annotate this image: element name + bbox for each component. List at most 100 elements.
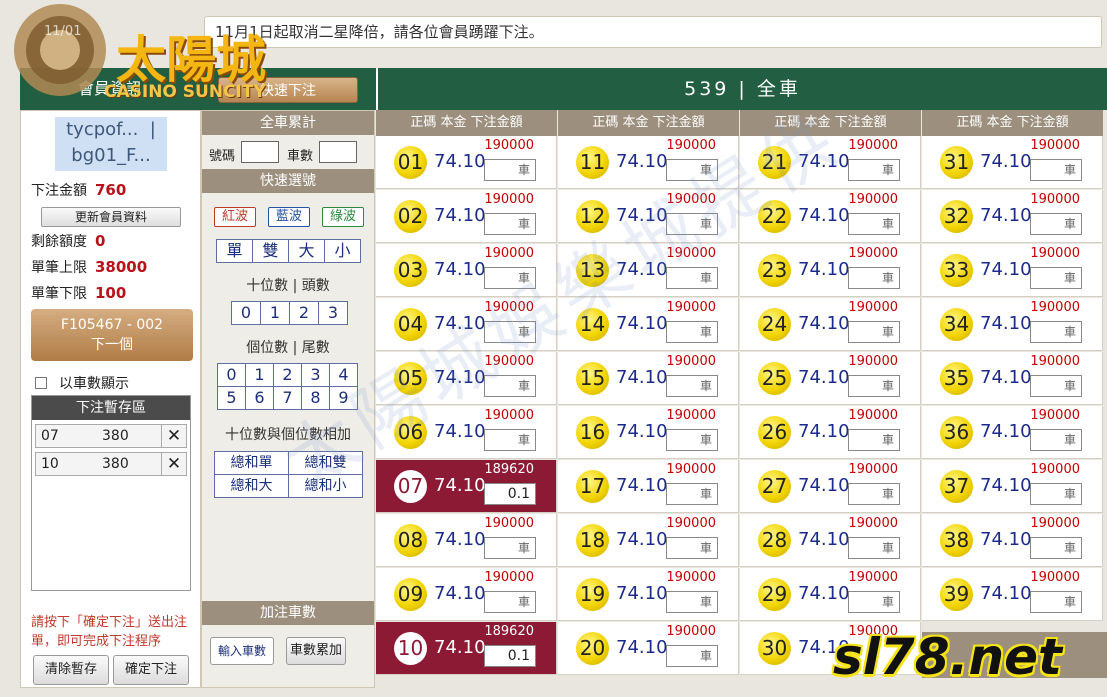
number-ball[interactable]: 36 (940, 416, 973, 449)
amount-input[interactable]: 車 (1030, 591, 1082, 613)
amount-input[interactable]: 車 (848, 375, 900, 397)
number-ball[interactable]: 22 (758, 200, 791, 233)
number-cell-21[interactable]: 21 74.10 190000 車 (740, 136, 921, 189)
number-ball[interactable]: 19 (576, 578, 609, 611)
number-ball[interactable]: 07 (394, 470, 427, 503)
number-ball[interactable]: 30 (758, 632, 791, 665)
amount-input[interactable]: 車 (484, 267, 536, 289)
number-ball[interactable]: 10 (394, 632, 427, 665)
clear-staging-button[interactable]: 清除暫存 (33, 655, 109, 685)
amount-input[interactable]: 車 (1030, 429, 1082, 451)
amount-input[interactable]: 車 (848, 483, 900, 505)
amount-input[interactable]: 車 (484, 429, 536, 451)
number-ball[interactable]: 28 (758, 524, 791, 557)
number-cell-01[interactable]: 01 74.10 190000 車 (376, 136, 557, 189)
number-cell-12[interactable]: 12 74.10 190000 車 (558, 190, 739, 243)
number-cell-15[interactable]: 15 74.10 190000 車 (558, 352, 739, 405)
accumulate-car-button[interactable]: 車數累加 (286, 637, 346, 665)
amount-input[interactable]: 車 (1030, 375, 1082, 397)
tens-3-button[interactable]: 3 (318, 301, 348, 325)
number-cell-07[interactable]: 07 74.10 189620 0.1 (376, 460, 557, 513)
number-cell-39[interactable]: 39 74.10 190000 車 (922, 568, 1103, 621)
number-cell-02[interactable]: 02 74.10 190000 車 (376, 190, 557, 243)
number-cell-20[interactable]: 20 74.10 190000 車 (558, 622, 739, 675)
big-button[interactable]: 大 (288, 239, 325, 263)
amount-input[interactable]: 車 (666, 591, 718, 613)
number-ball[interactable]: 38 (940, 524, 973, 557)
number-cell-14[interactable]: 14 74.10 190000 車 (558, 298, 739, 351)
number-cell-05[interactable]: 05 74.10 190000 車 (376, 352, 557, 405)
units-5-button[interactable]: 5 (217, 386, 246, 410)
number-ball[interactable]: 35 (940, 362, 973, 395)
amount-input[interactable]: 車 (484, 159, 536, 181)
amount-input[interactable]: 車 (1030, 321, 1082, 343)
number-ball[interactable]: 01 (394, 146, 427, 179)
input-car-button[interactable]: 輸入車數 (210, 637, 274, 665)
number-cell-06[interactable]: 06 74.10 190000 車 (376, 406, 557, 459)
amount-input[interactable]: 車 (1030, 159, 1082, 181)
amount-input[interactable]: 車 (484, 321, 536, 343)
units-1-button[interactable]: 1 (245, 363, 274, 387)
number-ball[interactable]: 37 (940, 470, 973, 503)
number-ball[interactable]: 23 (758, 254, 791, 287)
number-ball[interactable]: 03 (394, 254, 427, 287)
amount-input[interactable]: 車 (666, 267, 718, 289)
number-cell-03[interactable]: 03 74.10 190000 車 (376, 244, 557, 297)
number-ball[interactable]: 26 (758, 416, 791, 449)
number-cell-24[interactable]: 24 74.10 190000 車 (740, 298, 921, 351)
sum-small-button[interactable]: 總和小 (288, 474, 363, 498)
amount-input[interactable]: 車 (666, 645, 718, 667)
tens-0-button[interactable]: 0 (231, 301, 261, 325)
even-button[interactable]: 雙 (252, 239, 289, 263)
number-cell-09[interactable]: 09 74.10 190000 車 (376, 568, 557, 621)
number-cell-11[interactable]: 11 74.10 190000 車 (558, 136, 739, 189)
number-cell-13[interactable]: 13 74.10 190000 車 (558, 244, 739, 297)
amount-input[interactable]: 車 (666, 213, 718, 235)
update-member-button[interactable]: 更新會員資料 (41, 207, 181, 227)
number-cell-34[interactable]: 34 74.10 190000 車 (922, 298, 1103, 351)
number-cell-29[interactable]: 29 74.10 190000 車 (740, 568, 921, 621)
number-ball[interactable]: 25 (758, 362, 791, 395)
number-ball[interactable]: 31 (940, 146, 973, 179)
number-cell-04[interactable]: 04 74.10 190000 車 (376, 298, 557, 351)
odd-button[interactable]: 單 (216, 239, 253, 263)
number-ball[interactable]: 15 (576, 362, 609, 395)
number-cell-32[interactable]: 32 74.10 190000 車 (922, 190, 1103, 243)
number-cell-33[interactable]: 33 74.10 190000 車 (922, 244, 1103, 297)
red-wave-button[interactable]: 紅波 (214, 207, 256, 227)
number-ball[interactable]: 05 (394, 362, 427, 395)
number-cell-38[interactable]: 38 74.10 190000 車 (922, 514, 1103, 567)
number-cell-18[interactable]: 18 74.10 190000 車 (558, 514, 739, 567)
number-cell-17[interactable]: 17 74.10 190000 車 (558, 460, 739, 513)
remove-icon[interactable]: ✕ (161, 453, 186, 475)
number-ball[interactable]: 32 (940, 200, 973, 233)
number-cell-31[interactable]: 31 74.10 190000 車 (922, 136, 1103, 189)
blue-wave-button[interactable]: 藍波 (268, 207, 310, 227)
amount-input[interactable]: 車 (484, 537, 536, 559)
number-ball[interactable]: 06 (394, 416, 427, 449)
amount-input[interactable]: 車 (666, 321, 718, 343)
show-car-checkbox[interactable]: 以車數顯示 (35, 373, 129, 393)
amount-input[interactable]: 車 (848, 159, 900, 181)
number-ball[interactable]: 34 (940, 308, 973, 341)
number-cell-23[interactable]: 23 74.10 190000 車 (740, 244, 921, 297)
amount-input[interactable]: 車 (1030, 537, 1082, 559)
amount-input[interactable]: 車 (848, 429, 900, 451)
number-ball[interactable]: 04 (394, 308, 427, 341)
units-3-button[interactable]: 3 (301, 363, 330, 387)
number-ball[interactable]: 14 (576, 308, 609, 341)
number-ball[interactable]: 29 (758, 578, 791, 611)
number-cell-36[interactable]: 36 74.10 190000 車 (922, 406, 1103, 459)
small-button[interactable]: 小 (324, 239, 361, 263)
number-cell-08[interactable]: 08 74.10 190000 車 (376, 514, 557, 567)
number-ball[interactable]: 17 (576, 470, 609, 503)
number-cell-25[interactable]: 25 74.10 190000 車 (740, 352, 921, 405)
number-ball[interactable]: 11 (576, 146, 609, 179)
sum-big-button[interactable]: 總和大 (214, 474, 289, 498)
number-cell-28[interactable]: 28 74.10 190000 車 (740, 514, 921, 567)
car-input[interactable] (319, 141, 357, 163)
number-cell-26[interactable]: 26 74.10 190000 車 (740, 406, 921, 459)
amount-input[interactable]: 車 (666, 159, 718, 181)
number-cell-16[interactable]: 16 74.10 190000 車 (558, 406, 739, 459)
amount-input[interactable]: 車 (848, 267, 900, 289)
